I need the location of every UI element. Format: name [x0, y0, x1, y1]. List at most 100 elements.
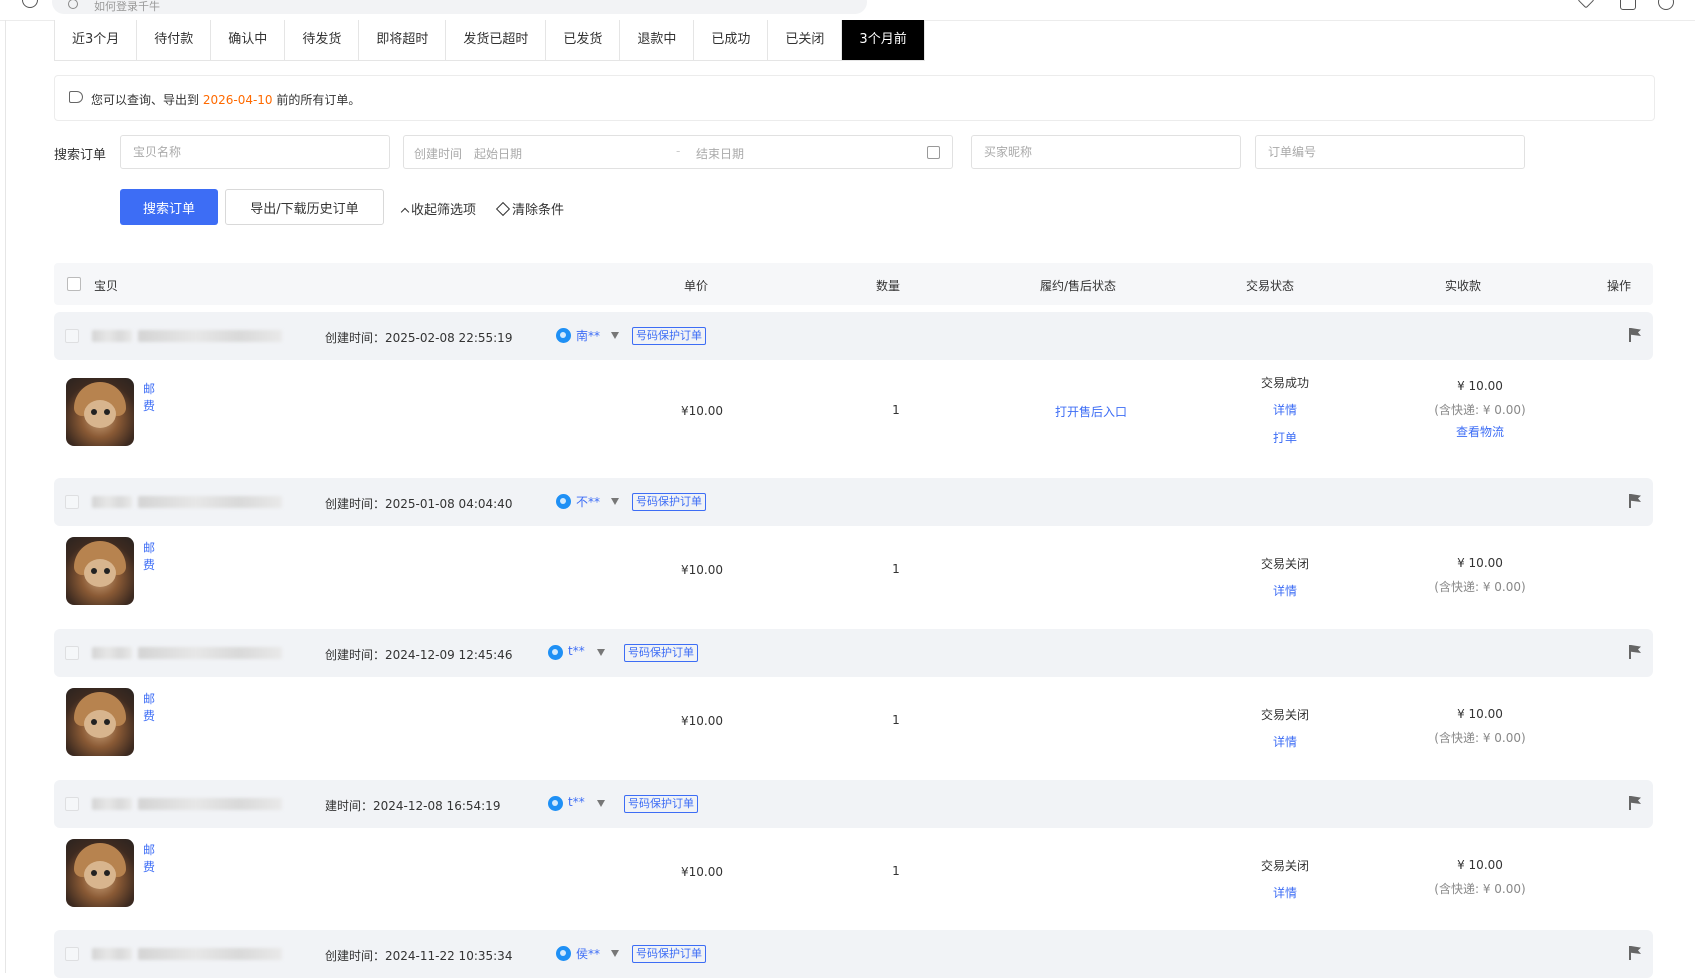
created-time-label: 创建时间: [414, 147, 463, 161]
logistics-link[interactable]: 查看物流: [1456, 423, 1504, 440]
item-thumbnail[interactable]: [66, 537, 134, 605]
flag-icon[interactable]: [1629, 796, 1641, 810]
buyer-nick-input[interactable]: [982, 144, 1228, 160]
bookmark-icon[interactable]: [1620, 0, 1636, 10]
order-created-time: 创建时间：2025-02-08 22:55:19: [325, 331, 513, 345]
thumbnail-eye: [104, 870, 110, 876]
tab-1[interactable]: 待付款: [137, 20, 212, 60]
tab-7[interactable]: 退款中: [620, 20, 695, 60]
thumbnail-eye: [91, 568, 97, 574]
after-sales-link[interactable]: 打开售后入口: [1055, 403, 1127, 420]
header-received: 实收款: [1445, 279, 1482, 293]
order-checkbox[interactable]: [65, 797, 79, 811]
order-created-time: 创建时间：2025-01-08 04:04:40: [325, 497, 513, 511]
tab-0[interactable]: 近3个月: [55, 20, 138, 60]
notice-suffix: 前的所有订单。: [272, 93, 361, 107]
filter-icon[interactable]: [611, 498, 619, 505]
tab-2[interactable]: 确认中: [211, 20, 286, 60]
order-no-field[interactable]: [1255, 135, 1525, 169]
header-item: 宝贝: [94, 279, 119, 293]
history-icon[interactable]: [22, 0, 38, 8]
created-time-range[interactable]: 创建时间 起始日期 - 结束日期: [403, 135, 953, 169]
buyer-nick-field[interactable]: [971, 135, 1241, 169]
detail-link[interactable]: 详情: [1273, 582, 1297, 599]
tab-8[interactable]: 已成功: [694, 20, 769, 60]
end-date-input[interactable]: 结束日期: [696, 145, 744, 162]
masked-order-info: [92, 798, 132, 810]
buyer-name[interactable]: 南**: [576, 327, 600, 344]
order-header: 建时间：2024-12-08 16:54:19 t** 号码保护订单: [54, 780, 1653, 828]
order-checkbox[interactable]: [65, 329, 79, 343]
received-amount: ¥ 10.00: [1457, 556, 1503, 570]
flag-icon[interactable]: [1629, 328, 1641, 342]
filter-icon[interactable]: [597, 800, 606, 807]
tab-5[interactable]: 发货已超时: [446, 20, 547, 60]
header-quantity: 数量: [876, 279, 901, 293]
search-orders-button[interactable]: 搜索订单: [120, 189, 218, 225]
calendar-icon[interactable]: [927, 146, 940, 159]
filter-icon[interactable]: [611, 950, 619, 957]
tab-3[interactable]: 待发货: [285, 20, 360, 60]
tab-4[interactable]: 即将超时: [359, 20, 447, 60]
masked-order-info: [92, 496, 132, 508]
order-checkbox[interactable]: [65, 495, 79, 509]
clock-icon[interactable]: [1658, 0, 1674, 10]
thumbnail-face: [84, 559, 116, 587]
detail-link[interactable]: 详情: [1273, 884, 1297, 901]
item-thumbnail[interactable]: [66, 688, 134, 756]
order-checkbox[interactable]: [65, 646, 79, 660]
notice-prefix: 您可以查询、导出到: [91, 93, 203, 107]
item-quantity: 1: [892, 713, 900, 727]
export-history-button[interactable]: 导出/下载历史订单: [225, 189, 384, 225]
star-icon[interactable]: [1577, 0, 1595, 9]
item-name-field[interactable]: [120, 135, 390, 169]
masked-order-info: [138, 647, 282, 659]
item-thumbnail[interactable]: [66, 378, 134, 446]
thumbnail-eye: [91, 719, 97, 725]
filter-icon[interactable]: [597, 649, 606, 656]
order-no-input[interactable]: [1266, 144, 1512, 160]
tab-10[interactable]: 3个月前: [842, 20, 924, 60]
collapse-filters-link[interactable]: 收起筛选项: [400, 199, 476, 218]
flag-icon[interactable]: [1629, 645, 1641, 659]
thumbnail-eye: [104, 568, 110, 574]
item-name-link[interactable]: 邮费: [143, 690, 155, 724]
print-link[interactable]: 打单: [1273, 429, 1297, 446]
tab-9[interactable]: 已关闭: [768, 20, 843, 60]
order-checkbox[interactable]: [65, 947, 79, 961]
received-amount: ¥ 10.00: [1457, 707, 1503, 721]
search-label: 搜索订单: [54, 148, 107, 163]
header-price: 单价: [684, 279, 709, 293]
buyer-avatar-icon: [556, 494, 571, 509]
item-name-link[interactable]: 邮费: [143, 841, 155, 875]
order-created-time: 建时间：2024-12-08 16:54:19: [325, 799, 501, 813]
flag-icon[interactable]: [1629, 946, 1641, 960]
item-thumbnail[interactable]: [66, 839, 134, 907]
detail-link[interactable]: 详情: [1273, 733, 1297, 750]
start-date-input[interactable]: 起始日期: [474, 145, 522, 162]
buyer-name[interactable]: t**: [568, 644, 585, 658]
shipping-note: (含快递: ¥ 0.00): [1434, 731, 1526, 745]
thumbnail-face: [84, 710, 116, 738]
privacy-badge: 号码保护订单: [624, 644, 698, 662]
buyer-name[interactable]: 侯**: [576, 945, 600, 962]
buyer-name[interactable]: t**: [568, 795, 585, 809]
search-icon: [68, 0, 78, 9]
item-quantity: 1: [892, 403, 900, 417]
item-name-input[interactable]: [131, 144, 377, 160]
item-name-link[interactable]: 邮费: [143, 539, 155, 573]
flag-icon[interactable]: [1629, 494, 1641, 508]
item-name-link[interactable]: 邮费: [143, 380, 155, 414]
detail-link[interactable]: 详情: [1273, 401, 1297, 418]
filter-icon[interactable]: [611, 332, 619, 339]
clear-conditions-label: 清除条件: [512, 203, 565, 218]
privacy-badge: 号码保护订单: [624, 795, 698, 813]
table-header: 宝贝 单价 数量 履约/售后状态 交易状态 实收款 操作: [54, 263, 1653, 305]
buyer-avatar-icon: [556, 328, 571, 343]
clear-conditions-link[interactable]: 清除条件: [495, 199, 565, 218]
tab-6[interactable]: 已发货: [546, 20, 621, 60]
select-all-checkbox[interactable]: [67, 277, 81, 291]
buyer-name[interactable]: 不**: [576, 493, 600, 510]
notice-bar: 您可以查询、导出到 2026-04-10 前的所有订单。: [54, 75, 1655, 121]
address-bar[interactable]: 如何登录千牛: [52, 0, 867, 14]
